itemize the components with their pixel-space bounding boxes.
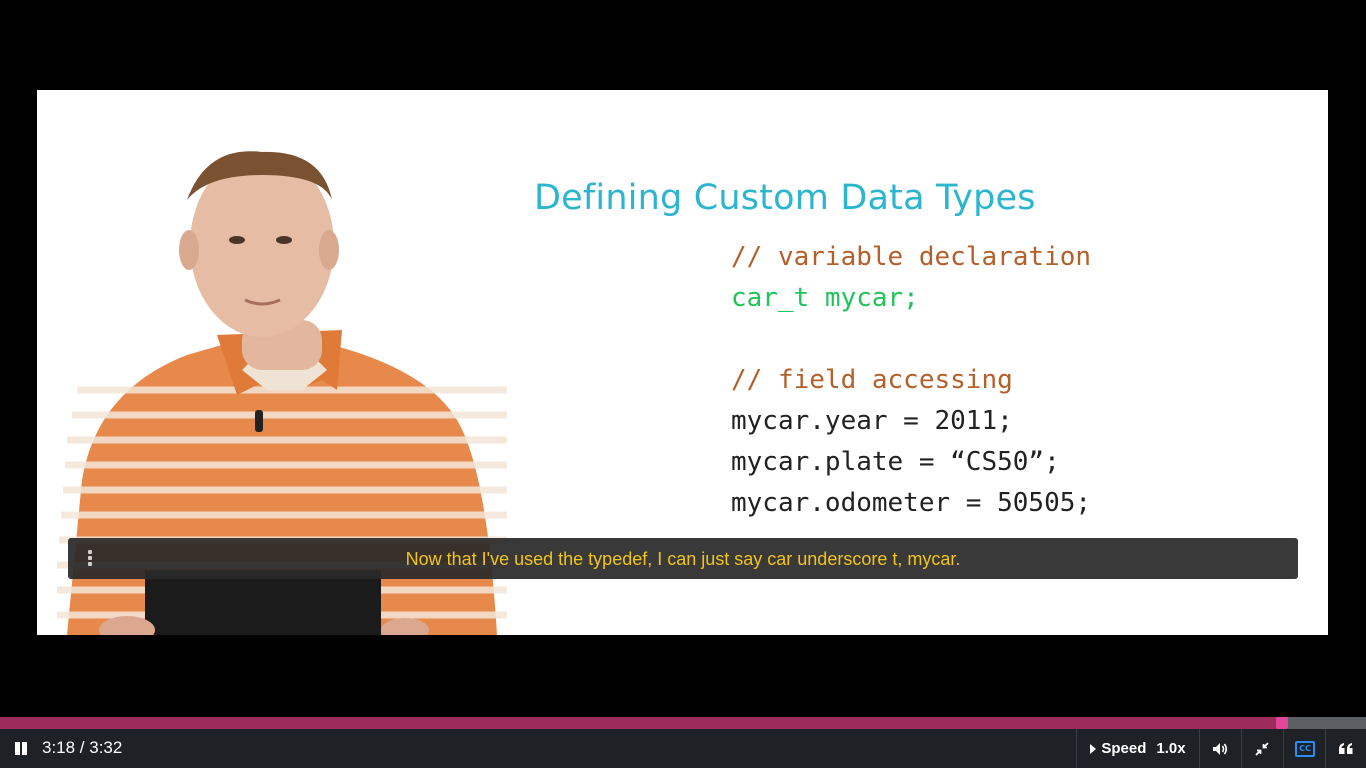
code-comment-field-access: // field accessing [731, 365, 1013, 395]
quote-icon [1339, 742, 1353, 754]
caption-text: Now that I've used the typedef, I can ju… [405, 549, 961, 569]
code-plate-assign: mycar.plate = “CS50”; [731, 447, 1060, 477]
code-odometer-assign: mycar.odometer = 50505; [731, 488, 1092, 518]
volume-button[interactable] [1202, 729, 1238, 768]
pause-icon [15, 742, 20, 755]
speed-button[interactable]: Speed 1.0x [1078, 729, 1198, 768]
closed-captions-button[interactable]: CC [1286, 729, 1324, 768]
time-display: 3:18 / 3:32 [42, 738, 123, 757]
divider [1199, 729, 1200, 768]
speed-label: Speed [1101, 740, 1147, 757]
closed-captions-icon: CC [1295, 740, 1315, 757]
video-player: Defining Custom Data Types // variable d… [0, 0, 1366, 768]
progress-bar[interactable] [0, 717, 1366, 729]
slide-title: Defining Custom Data Types [534, 178, 1036, 218]
divider [1241, 729, 1242, 768]
code-comment-declaration: // variable declaration [731, 242, 1092, 272]
exit-fullscreen-button[interactable] [1244, 729, 1280, 768]
progress-fill [0, 717, 1282, 729]
caption-bar: Now that I've used the typedef, I can ju… [68, 538, 1298, 579]
volume-icon [1213, 742, 1228, 755]
speed-value: 1.0x [1156, 740, 1186, 757]
code-declaration: car_t mycar; [731, 283, 919, 313]
pause-button[interactable] [8, 729, 34, 768]
divider [1076, 729, 1077, 768]
divider [1283, 729, 1284, 768]
transcript-button[interactable] [1328, 729, 1364, 768]
code-year-assign: mycar.year = 2011; [731, 406, 1013, 436]
exit-fullscreen-icon [1255, 741, 1269, 756]
triangle-right-icon [1090, 743, 1097, 754]
control-bar: 3:18 / 3:32 Speed 1.0x CC [0, 729, 1366, 768]
divider [1325, 729, 1326, 768]
progress-scrubber[interactable] [1276, 717, 1288, 729]
